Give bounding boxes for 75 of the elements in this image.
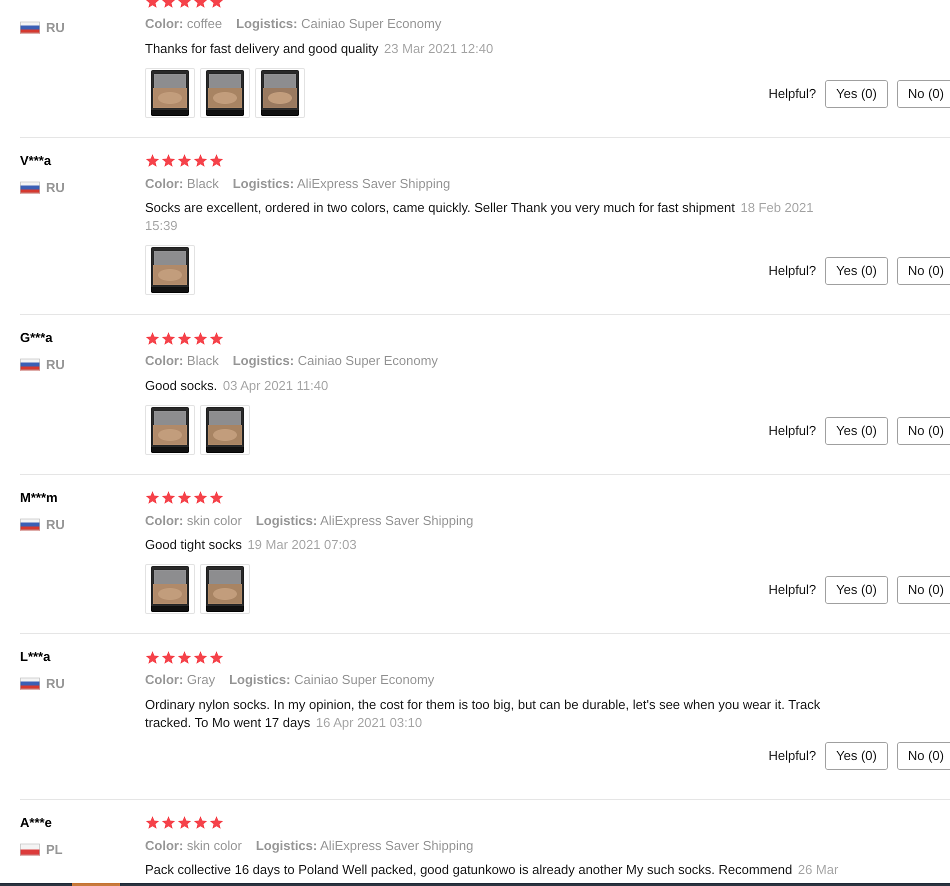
star-icon	[145, 650, 160, 664]
flag-icon	[20, 518, 40, 531]
star-icon	[161, 153, 176, 168]
helpful-label: Helpful?	[768, 746, 816, 765]
helpful-label: Helpful?	[768, 422, 816, 440]
star-icon	[177, 650, 192, 664]
reviewer-name: G***a	[20, 329, 54, 347]
no-button[interactable]: No (0)	[896, 576, 950, 604]
country-code: RU	[46, 356, 65, 374]
no-button[interactable]: No (0)	[896, 416, 950, 444]
logistics-info: Logistics: AliExpress Saver Shipping	[256, 512, 474, 530]
star-icon	[177, 815, 192, 830]
color-info: Color: Black	[145, 174, 219, 192]
yes-button[interactable]: Yes (0)	[825, 742, 888, 770]
no-button[interactable]: No (0)	[896, 80, 950, 108]
logistics-info: Logistics: AliExpress Saver Shipping	[256, 836, 474, 855]
star-icon	[193, 490, 208, 505]
star-icon	[193, 153, 208, 168]
logistics-info: Logistics: Cainiao Super Economy	[229, 671, 434, 689]
no-button[interactable]: No (0)	[896, 742, 950, 770]
star-icon	[209, 490, 224, 505]
yes-button[interactable]: Yes (0)	[825, 80, 888, 108]
yes-button[interactable]: Yes (0)	[825, 576, 888, 604]
logistics-info: Logistics: AliExpress Saver Shipping	[232, 174, 450, 193]
review-text: Thanks for fast delivery and good quality 23 Mar 2021 12:40	[145, 40, 494, 58]
review-text: Ordinary nylon socks. In my opinion, the cost for them is too big, but can be durable, let's see when you wear it. Track tracked. To Mo went 17 days 16 Apr 2021 03:10	[145, 696, 822, 732]
country-code: RU	[46, 675, 65, 693]
reviewer-name: M***m	[20, 488, 59, 506]
review-text: Socks are excellent, ordered in two colors, came quickly. Seller Thank you very much for fast shipment 18 Feb 2021 15:39	[145, 199, 814, 235]
star-icon	[161, 650, 176, 664]
review-text: Pack collective 16 days to Poland Well packed, good gatunkowo is already another My such socks. Recommend 26 Mar	[145, 861, 840, 879]
color-info: Color: Black	[145, 352, 219, 370]
star-icon	[177, 330, 192, 346]
logistics-info: Logistics: Cainiao Super Economy	[236, 15, 442, 33]
country-code: PL	[46, 840, 63, 858]
star-icon	[145, 153, 160, 168]
flag-icon	[20, 677, 40, 690]
country-code: RU	[46, 516, 65, 534]
star-icon	[177, 490, 192, 505]
flag-icon	[20, 358, 40, 372]
flag-icon	[20, 842, 40, 856]
flag-icon	[20, 180, 40, 194]
star-icon	[193, 815, 208, 830]
star-icon	[161, 490, 176, 505]
star-icon	[161, 815, 176, 830]
helpful-label: Helpful?	[768, 581, 816, 600]
country-code: RU	[46, 178, 65, 196]
helpful-label: Helpful?	[768, 262, 816, 280]
reviewer-name: A***e	[20, 814, 53, 832]
reviewer-name: L***a	[20, 648, 52, 666]
helpful-label: Helpful?	[768, 84, 816, 103]
star-icon	[145, 330, 160, 346]
flag-icon	[20, 21, 40, 34]
yes-button[interactable]: Yes (0)	[825, 257, 888, 285]
star-icon	[145, 815, 160, 830]
yes-button[interactable]: Yes (0)	[825, 416, 888, 444]
color-info: Color: Gray	[145, 671, 216, 689]
star-icon	[209, 153, 224, 168]
color-info: Color: skin color	[145, 836, 242, 854]
review-text: Good socks. 03 Apr 2021 11:40	[145, 376, 330, 394]
color-info: Color: skin color	[145, 512, 242, 530]
no-button[interactable]: No (0)	[896, 257, 950, 285]
star-icon	[193, 650, 208, 664]
reviewer-name: V***a	[20, 152, 52, 170]
review-text: Good tight socks 19 Mar 2021 07:03	[145, 536, 358, 554]
color-info: Color: coffee	[145, 15, 222, 33]
star-icon	[177, 153, 192, 168]
star-icon	[145, 490, 160, 505]
logistics-info: Logistics: Cainiao Super Economy	[232, 352, 438, 370]
star-icon	[193, 330, 208, 346]
star-icon	[161, 330, 176, 346]
star-icon	[209, 815, 224, 830]
country-code: RU	[46, 19, 65, 37]
star-icon	[209, 650, 224, 664]
star-icon	[209, 330, 224, 346]
